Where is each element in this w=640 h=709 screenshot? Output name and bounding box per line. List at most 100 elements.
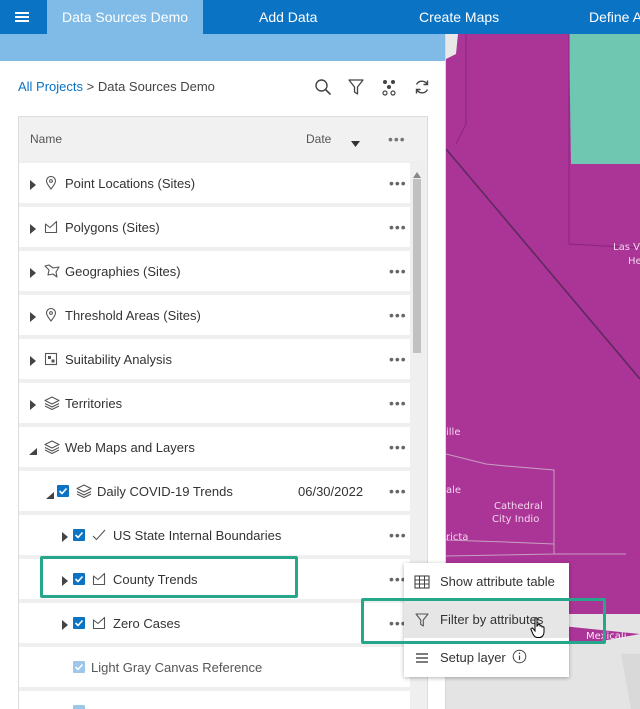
map-pin-icon — [44, 307, 58, 322]
caret-right-icon[interactable] — [61, 618, 69, 630]
caret-right-icon[interactable] — [29, 398, 37, 410]
tab-define-areas[interactable]: Define A — [589, 0, 640, 34]
menu-setup-layer[interactable]: Setup layer — [404, 639, 569, 676]
caret-right-icon[interactable] — [61, 530, 69, 542]
column-date[interactable]: Date — [306, 132, 331, 146]
tree-row-suitability-analysis[interactable]: Suitability Analysis ••• — [19, 339, 410, 379]
breadcrumb-all-projects[interactable]: All Projects — [18, 79, 83, 94]
tree-row-polygons[interactable]: Polygons (Sites) ••• — [19, 207, 410, 247]
layer-checkbox[interactable] — [73, 661, 85, 673]
layer-tree: Name Date ••• Point Locations (Sites) ••… — [18, 116, 428, 709]
row-more-button[interactable]: ••• — [389, 175, 407, 191]
tree-header: Name Date ••• — [19, 117, 427, 161]
row-more-button[interactable]: ••• — [389, 307, 407, 323]
map-label: Cathedral — [494, 501, 543, 512]
row-more-button[interactable]: ••• — [389, 527, 407, 543]
layer-label: Threshold Areas (Sites) — [65, 307, 201, 323]
layers-icon — [44, 396, 60, 411]
tree-row-partial — [19, 691, 410, 709]
info-icon[interactable] — [512, 649, 527, 667]
map-pin-icon — [44, 175, 58, 190]
layer-checkbox[interactable] — [73, 705, 85, 709]
row-more-button[interactable]: ••• — [389, 219, 407, 235]
menu-item-label: Filter by attributes — [440, 612, 544, 627]
layer-label: Web Maps and Layers — [65, 439, 195, 455]
menu-show-attribute-table[interactable]: Show attribute table — [404, 563, 569, 600]
layers-icon — [44, 440, 60, 455]
tree-row-territories[interactable]: Territories ••• — [19, 383, 410, 423]
layer-label: County Trends — [113, 571, 198, 587]
layer-label: US State Internal Boundaries — [113, 527, 282, 543]
project-panel: All Projects > Data Sources Demo Name Da… — [0, 34, 446, 709]
layers-icon — [76, 484, 92, 499]
tab-add-data[interactable]: Add Data — [259, 0, 317, 34]
tab-data-sources-demo[interactable]: Data Sources Demo — [47, 0, 203, 34]
layer-label: Geographies (Sites) — [65, 263, 181, 279]
tree-row-point-locations[interactable]: Point Locations (Sites) ••• — [19, 163, 410, 203]
search-icon[interactable] — [312, 76, 333, 97]
caret-right-icon[interactable] — [29, 310, 37, 322]
tree-row-threshold-areas[interactable]: Threshold Areas (Sites) ••• — [19, 295, 410, 335]
layer-label: Zero Cases — [113, 615, 181, 631]
breadcrumb-current: Data Sources Demo — [97, 79, 215, 94]
table-icon — [414, 574, 430, 590]
tree-row-us-state-boundaries[interactable]: US State Internal Boundaries ••• — [19, 515, 410, 555]
tree-row-county-trends[interactable]: County Trends ••• — [19, 559, 410, 599]
layer-label: Suitability Analysis — [65, 351, 172, 367]
tree-row-geographies[interactable]: Geographies (Sites) ••• — [19, 251, 410, 291]
caret-right-icon[interactable] — [29, 266, 37, 278]
geography-icon — [44, 264, 60, 278]
row-more-button[interactable]: ••• — [389, 395, 407, 411]
list-icon — [414, 650, 430, 666]
column-name[interactable]: Name — [30, 132, 62, 146]
panel-header-strip — [0, 34, 445, 61]
tree-row-zero-cases[interactable]: Zero Cases ••• — [19, 603, 410, 643]
map-label: ricta — [446, 532, 469, 543]
layer-label: Territories — [65, 395, 123, 411]
tab-create-maps[interactable]: Create Maps — [419, 0, 499, 34]
header-more-button[interactable]: ••• — [388, 131, 406, 147]
map-label: Las V — [613, 242, 640, 253]
row-more-button[interactable]: ••• — [389, 351, 407, 367]
tree-row-light-gray-canvas[interactable]: Light Gray Canvas Reference — [19, 647, 410, 687]
tree-row-web-maps-and-layers[interactable]: Web Maps and Layers ••• — [19, 427, 410, 467]
sort-down-icon[interactable] — [351, 136, 360, 150]
tree-row-daily-covid-trends[interactable]: Daily COVID-19 Trends 06/30/2022 ••• — [19, 471, 410, 511]
group-icon[interactable] — [378, 76, 399, 97]
caret-down-icon[interactable] — [45, 487, 54, 499]
caret-right-icon[interactable] — [61, 574, 69, 586]
caret-right-icon[interactable] — [29, 178, 37, 190]
layer-checkbox[interactable] — [73, 529, 85, 541]
refresh-icon[interactable] — [411, 76, 432, 97]
map-label: Mexicali — [586, 631, 627, 642]
map-label: ille — [446, 427, 461, 438]
layer-checkbox[interactable] — [73, 573, 85, 585]
layer-date: 06/30/2022 — [298, 483, 364, 499]
row-more-button[interactable]: ••• — [389, 439, 407, 455]
hand-cursor-icon — [530, 617, 546, 644]
map-label: ale — [446, 485, 462, 496]
scroll-thumb[interactable] — [413, 179, 421, 353]
suitability-icon — [44, 352, 58, 366]
row-more-button[interactable]: ••• — [389, 483, 407, 499]
map-label: City Indio — [492, 514, 540, 525]
layer-checkbox[interactable] — [57, 485, 69, 497]
polygon-icon — [92, 572, 106, 586]
row-more-button[interactable]: ••• — [389, 263, 407, 279]
panel-toolbar — [312, 76, 432, 97]
menu-item-label: Show attribute table — [440, 574, 555, 589]
layer-checkbox[interactable] — [73, 617, 85, 629]
layer-label: Polygons (Sites) — [65, 219, 160, 235]
menu-item-label: Setup layer — [440, 650, 506, 665]
caret-right-icon[interactable] — [29, 354, 37, 366]
filter-icon — [414, 612, 430, 628]
layer-label: Point Locations (Sites) — [65, 175, 196, 191]
polygon-icon — [44, 220, 58, 234]
caret-right-icon[interactable] — [29, 222, 37, 234]
breadcrumb: All Projects > Data Sources Demo — [18, 79, 215, 94]
caret-down-icon[interactable] — [28, 443, 37, 455]
filter-icon[interactable] — [345, 76, 366, 97]
breadcrumb-separator: > — [83, 79, 98, 94]
menu-icon[interactable] — [0, 0, 44, 34]
layer-label: Light Gray Canvas Reference — [91, 659, 263, 675]
